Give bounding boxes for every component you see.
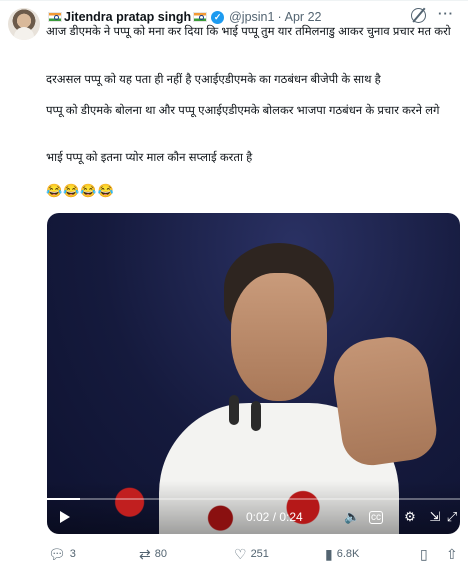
- retweet-count: 80: [154, 548, 167, 560]
- like-button[interactable]: ♡ 251: [234, 547, 269, 561]
- bookmark-button[interactable]: ▯: [420, 547, 428, 561]
- volume-icon[interactable]: 🔈: [344, 509, 360, 525]
- reply-count: 3: [69, 548, 76, 560]
- avatar[interactable]: [8, 8, 40, 40]
- separator-dot: ·: [277, 10, 282, 24]
- like-count: 251: [250, 548, 269, 560]
- microphone: [229, 395, 239, 425]
- microphone: [251, 401, 261, 431]
- tweet-emoji: 😂😂😂😂: [46, 183, 115, 198]
- grok-icon[interactable]: [411, 8, 426, 23]
- raised-hand: [328, 331, 441, 470]
- view-count: 6.8K: [336, 548, 360, 560]
- tweet-date[interactable]: Apr 22: [285, 10, 322, 24]
- fullscreen-icon[interactable]: ⤢: [445, 509, 459, 525]
- video-time: 0:02 / 0:24: [246, 510, 303, 524]
- captions-icon[interactable]: cc: [369, 511, 383, 524]
- bookmark-icon: ▯: [420, 546, 428, 562]
- views-button[interactable]: ▮ 6.8K: [325, 547, 359, 561]
- tweet-text-line-1: आज डीएमके ने पप्पू को मना कर दिया कि भाई…: [46, 26, 451, 38]
- pip-icon[interactable]: ⇲: [427, 509, 443, 525]
- india-flag-icon: [48, 12, 62, 22]
- heart-icon: ♡: [234, 546, 247, 562]
- tweet-text-line-2: दरअसल पप्पू को यह पता ही नहीं है एआईएडीए…: [46, 74, 381, 86]
- india-flag-icon: [193, 12, 208, 22]
- share-icon: ⇧: [446, 546, 458, 562]
- top-actions: ···: [411, 7, 454, 23]
- more-icon[interactable]: ···: [438, 7, 454, 23]
- tweet-text-line-4: भाई पप्पू को इतना प्योर माल कौन सप्लाई क…: [46, 152, 253, 164]
- retweet-icon: ⇄: [139, 546, 151, 562]
- reply-icon: 💬︎: [48, 546, 66, 562]
- video-frame-person: [159, 243, 399, 534]
- play-icon[interactable]: [60, 511, 70, 523]
- settings-icon[interactable]: ⚙: [402, 509, 418, 525]
- share-button[interactable]: ⇧: [446, 547, 458, 561]
- reply-button[interactable]: 💬︎ 3: [48, 547, 76, 561]
- author-name[interactable]: Jitendra pratap singh: [64, 10, 191, 24]
- author-handle[interactable]: @jpsin1: [229, 10, 274, 24]
- verified-badge-icon[interactable]: ✓: [211, 10, 225, 24]
- video-player[interactable]: 0:02 / 0:24 🔈 cc ⚙ ⇲ ⤢: [47, 213, 460, 534]
- tweet[interactable]: Jitendra pratap singh ✓ @jpsin1 · Apr 22…: [0, 0, 468, 570]
- tweet-header: Jitendra pratap singh ✓ @jpsin1 · Apr 22: [48, 9, 321, 25]
- views-icon: ▮: [325, 546, 333, 562]
- tweet-text-line-3: पप्पू को डीएमके बोलना था और पप्पू एआईएडी…: [46, 105, 440, 117]
- retweet-button[interactable]: ⇄ 80: [139, 547, 167, 561]
- video-controls: 0:02 / 0:24 🔈 cc ⚙ ⇲ ⤢: [47, 500, 460, 534]
- tweet-actions: 💬︎ 3 ⇄ 80 ♡ 251 ▮ 6.8K ▯ ⇧: [46, 545, 462, 563]
